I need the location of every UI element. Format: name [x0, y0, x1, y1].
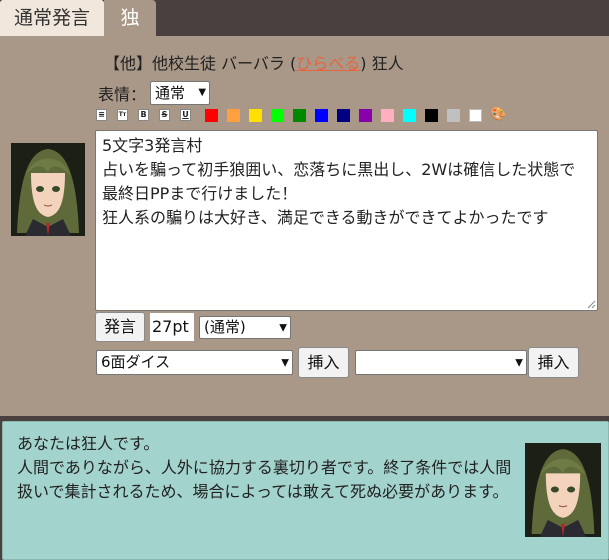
strikethrough-icon[interactable]: S	[159, 109, 170, 121]
tab-monologue[interactable]: 独	[104, 0, 156, 36]
align-left-icon[interactable]: ≡	[96, 109, 107, 121]
say-button[interactable]: 発言	[95, 312, 145, 342]
expression-row: 表情： 通常 ▼	[98, 81, 211, 105]
tab-normal-speech[interactable]: 通常発言	[0, 0, 104, 36]
chevron-down-icon: ▼	[281, 357, 289, 368]
speaker-name: 【他】他校生徒 バーバラ (	[104, 54, 297, 73]
expression-label: 表情：	[98, 85, 147, 104]
color-swatch-white[interactable]	[469, 109, 482, 122]
color-swatch-green[interactable]	[293, 109, 306, 122]
chevron-down-icon: ▼	[198, 87, 207, 98]
mode-value: (通常)	[204, 318, 246, 336]
resize-handle-icon[interactable]	[587, 300, 596, 309]
dice-select[interactable]: 6面ダイス ▼	[96, 350, 293, 375]
role-avatar	[525, 443, 601, 537]
bold-icon[interactable]: B	[138, 109, 149, 121]
chevron-down-icon: ▼	[515, 357, 523, 368]
color-swatch-black[interactable]	[425, 109, 438, 122]
insert-dice-button[interactable]: 挿入	[298, 347, 349, 378]
dice-value: 6面ダイス	[101, 353, 171, 371]
color-swatch-red[interactable]	[205, 109, 218, 122]
message-textarea[interactable]: 5文字3発言村 占いを騙って初手狼囲い、恋落ちに黒出し、2Wは確信した状態で最終…	[95, 130, 598, 311]
color-swatch-lime[interactable]	[271, 109, 284, 122]
color-swatch-yellow[interactable]	[249, 109, 262, 122]
expression-value: 通常	[155, 84, 186, 102]
underline-icon[interactable]: U	[180, 109, 191, 121]
compose-panel: 【他】他校生徒 バーバラ (ひらべる) 狂人 表情： 通常 ▼ ≡ Tт B S…	[0, 36, 609, 416]
chevron-down-icon: ▼	[279, 322, 287, 333]
insert-button[interactable]: 挿入	[528, 347, 579, 378]
expression-select[interactable]: 通常 ▼	[150, 81, 211, 105]
player-link[interactable]: ひらべる	[296, 54, 360, 73]
color-swatch-purple[interactable]	[359, 109, 372, 122]
speaker-role: ) 狂人	[360, 54, 404, 73]
color-swatch-blue[interactable]	[315, 109, 328, 122]
mode-select[interactable]: (通常) ▼	[199, 316, 291, 339]
point-count: 27pt	[150, 313, 194, 341]
color-swatch-pink[interactable]	[381, 109, 394, 122]
palette-icon[interactable]: 🎨	[490, 107, 506, 123]
role-description: あなたは狂人です。 人間でありながら、人外に協力する裏切り者です。終了条件では人…	[17, 434, 512, 501]
speaker-line: 【他】他校生徒 バーバラ (ひらべる) 狂人	[104, 50, 404, 74]
insert-select[interactable]: ▼	[355, 350, 527, 375]
role-info-box: あなたは狂人です。 人間でありながら、人外に協力する裏切り者です。終了条件では人…	[2, 421, 609, 560]
font-size-icon[interactable]: Tт	[117, 109, 128, 121]
color-swatch-cyan[interactable]	[403, 109, 416, 122]
color-swatch-orange[interactable]	[227, 109, 240, 122]
color-swatch-navy[interactable]	[337, 109, 350, 122]
tab-bar: 通常発言 独	[0, 0, 609, 36]
character-avatar	[11, 143, 85, 236]
color-swatch-silver[interactable]	[447, 109, 460, 122]
